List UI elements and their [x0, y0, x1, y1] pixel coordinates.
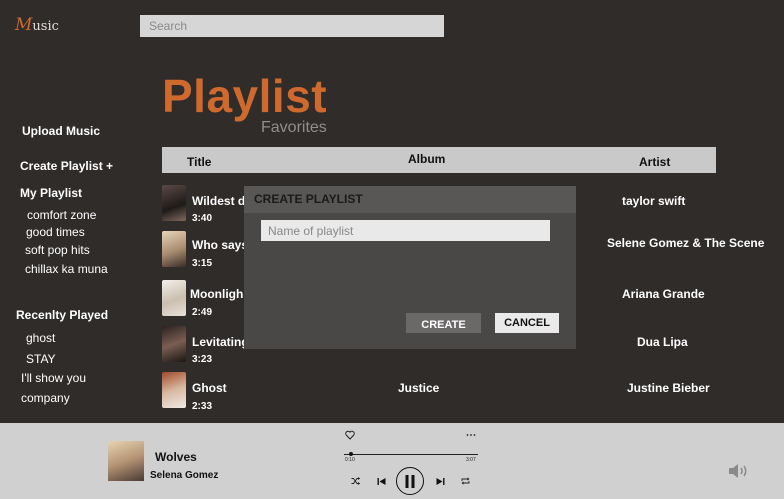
create-button[interactable]: CREATE [406, 313, 481, 333]
recent-item[interactable]: STAY [26, 352, 56, 366]
more-icon[interactable] [464, 429, 478, 441]
playlist-name-input[interactable] [261, 220, 550, 241]
song-artist: Justine Bieber [627, 381, 710, 395]
next-icon[interactable] [433, 474, 447, 488]
sidebar-playlist-item[interactable]: good times [26, 225, 85, 239]
repeat-icon[interactable] [459, 475, 471, 487]
progress-track[interactable] [344, 452, 478, 456]
song-artist: taylor swift [622, 194, 686, 208]
previous-icon[interactable] [374, 474, 388, 488]
song-duration: 2:33 [192, 401, 213, 412]
volume-icon[interactable] [726, 461, 752, 481]
song-artist: Dua Lipa [637, 335, 688, 349]
album-art [162, 185, 186, 221]
song-title: Who says [192, 238, 249, 252]
logo-text: usic [32, 19, 59, 34]
song-artist: Selene Gomez & The Scene [607, 236, 765, 250]
app-logo[interactable]: Music [15, 15, 59, 35]
sidebar-playlist-item[interactable]: soft pop hits [25, 243, 90, 257]
progress-handle[interactable] [348, 452, 353, 456]
create-playlist-dialog: CREATE PLAYLIST CREATE CANCEL [244, 186, 576, 349]
recent-item[interactable]: I'll show you [21, 371, 86, 385]
sidebar-playlist-item[interactable]: comfort zone [27, 208, 96, 222]
song-duration: 3:15 [192, 258, 213, 269]
dialog-title: CREATE PLAYLIST [254, 192, 363, 206]
heart-icon[interactable] [344, 429, 356, 441]
search-input[interactable] [140, 15, 444, 37]
shuffle-icon[interactable] [349, 475, 361, 487]
song-title: Moonligh [190, 287, 244, 301]
album-art [162, 280, 186, 316]
recent-item[interactable]: company [21, 391, 70, 405]
recent-item[interactable]: ghost [26, 331, 55, 345]
column-album[interactable]: Album [408, 152, 445, 166]
column-title[interactable]: Title [187, 155, 211, 169]
create-playlist-link[interactable]: Create Playlist + [20, 159, 113, 173]
song-album: Justice [398, 381, 440, 395]
song-duration: 3:23 [192, 354, 213, 365]
now-playing-art [108, 441, 144, 481]
table-header: Title Album Artist [162, 147, 716, 173]
album-art [162, 326, 186, 362]
song-duration: 2:49 [192, 307, 213, 318]
pause-button[interactable] [396, 467, 424, 495]
song-title: Wildest d [192, 194, 246, 208]
time-elapsed: 0:10 [345, 457, 355, 463]
page-subtitle: Favorites [261, 119, 327, 136]
now-playing-title: Wolves [155, 450, 197, 464]
page-title: Playlist [162, 70, 328, 122]
my-playlist-heading: My Playlist [20, 186, 83, 200]
pause-icon [405, 474, 415, 488]
song-artist: Ariana Grande [622, 287, 705, 301]
cancel-button[interactable]: CANCEL [495, 313, 559, 333]
time-total: 3:07 [466, 457, 476, 463]
album-art [162, 372, 186, 408]
song-title: Levitating [192, 335, 249, 349]
sidebar-playlist-item[interactable]: chillax ka muna [25, 262, 108, 276]
upload-music-link[interactable]: Upload Music [22, 124, 100, 138]
song-title: Ghost [192, 381, 227, 395]
column-artist[interactable]: Artist [639, 155, 670, 169]
now-playing-artist: Selena Gomez [150, 470, 219, 481]
logo-initial: M [15, 15, 33, 35]
album-art [162, 231, 186, 267]
recently-played-heading: Recenlty Played [16, 308, 109, 322]
song-duration: 3:40 [192, 213, 213, 224]
player-bar: Wolves Selena Gomez 0:10 3:07 [0, 423, 784, 499]
